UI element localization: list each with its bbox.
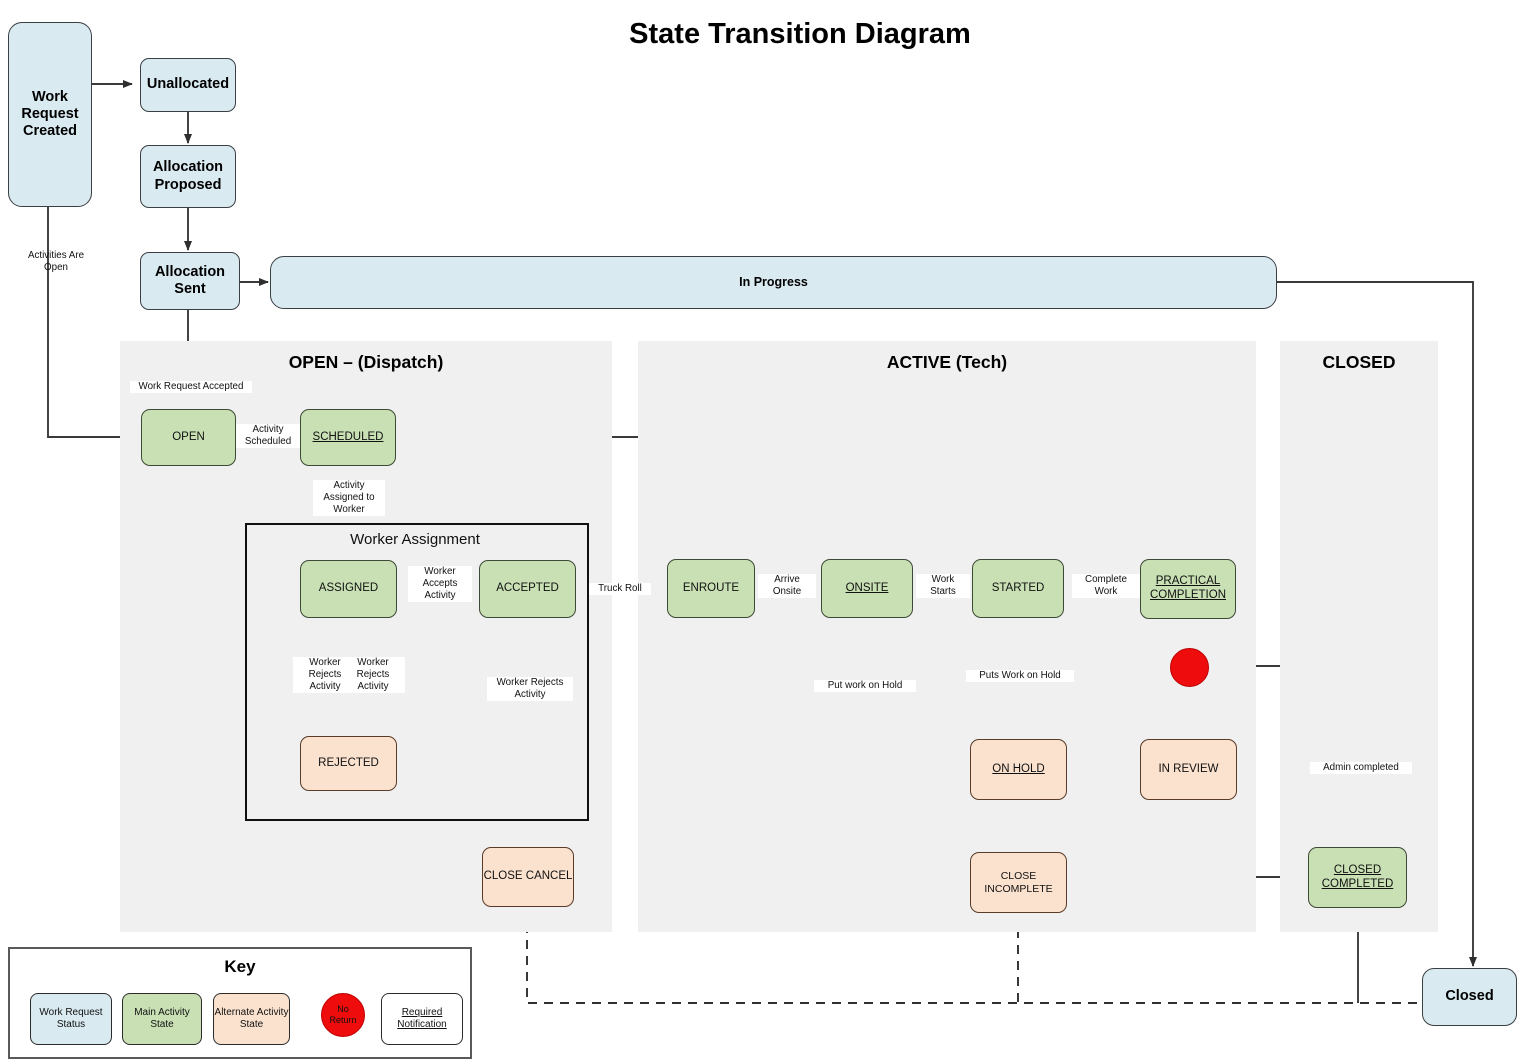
state-close-cancel[interactable]: CLOSE CANCEL xyxy=(482,847,574,907)
key-legend: Key Work Request Status Main Activity St… xyxy=(8,947,472,1059)
page-title: State Transition Diagram xyxy=(629,18,971,50)
state-label: CLOSE CANCEL xyxy=(483,870,573,883)
state-label: Allocation Sent xyxy=(154,263,226,297)
state-enroute[interactable]: ENROUTE xyxy=(667,559,755,618)
state-label: In Progress xyxy=(739,275,808,290)
state-label: Closed xyxy=(1445,988,1494,1005)
state-label: STARTED xyxy=(991,581,1045,594)
lane-closed xyxy=(1280,341,1438,932)
lane-active xyxy=(638,341,1256,932)
state-label: PRACTICAL COMPLETION xyxy=(1149,575,1227,601)
state-allocation-proposed[interactable]: Allocation Proposed xyxy=(140,145,236,208)
state-label: ENROUTE xyxy=(682,581,740,594)
state-scheduled[interactable]: SCHEDULED xyxy=(300,409,396,466)
state-label: SCHEDULED xyxy=(312,430,384,443)
state-in-progress[interactable]: In Progress xyxy=(270,256,1277,309)
state-label: CLOSE INCOMPLETE xyxy=(984,870,1053,895)
edge-label-truck-roll: Truck Roll xyxy=(589,583,651,595)
lane-active-title: ACTIVE (Tech) xyxy=(886,352,1008,372)
edge-label-worker-rejects-activity-3: Worker Rejects Activity xyxy=(487,677,573,701)
edge-label-admin-completed: Admin completed xyxy=(1310,762,1412,774)
state-label: Unallocated xyxy=(146,76,230,93)
state-label: ACCEPTED xyxy=(496,582,559,595)
state-label: IN REVIEW xyxy=(1158,762,1219,775)
key-item-work-request-status: Work Request Status xyxy=(30,993,112,1045)
state-label: CLOSED COMPLETED xyxy=(1321,863,1394,890)
key-item-no-return: No Return xyxy=(321,993,365,1037)
edge-label-work-request-accepted: Work Request Accepted xyxy=(130,381,252,393)
state-assigned[interactable]: ASSIGNED xyxy=(300,560,397,618)
diagram-canvas: State Transition Diagram OPEN – (Dispatc… xyxy=(0,0,1520,1063)
state-onsite[interactable]: ONSITE xyxy=(821,559,913,618)
edge-label-worker-accepts-activity: Worker Accepts Activity xyxy=(408,566,472,602)
edge-label-work-starts: Work Starts xyxy=(916,574,970,598)
edge-label-activities-are-open: Activities Are Open xyxy=(27,250,85,273)
state-open[interactable]: OPEN xyxy=(141,409,236,466)
edge-label-complete-work: Complete Work xyxy=(1072,574,1140,598)
worker-assignment-group-title: Worker Assignment xyxy=(350,531,480,548)
lane-closed-title: CLOSED xyxy=(1322,352,1396,372)
key-item-alternate-activity-state: Alternate Activity State xyxy=(213,993,290,1045)
key-item-required-notification: Required Notification xyxy=(381,993,463,1045)
state-closed-completed[interactable]: CLOSED COMPLETED xyxy=(1308,847,1407,908)
key-item-label: Alternate Activity State xyxy=(214,1007,289,1030)
key-item-label: Required Notification xyxy=(397,1007,447,1030)
state-label: Allocation Proposed xyxy=(152,159,224,193)
key-title: Key xyxy=(224,957,256,976)
state-close-incomplete[interactable]: CLOSE INCOMPLETE xyxy=(970,852,1067,913)
edge-label-arrive-onsite: Arrive Onsite xyxy=(758,574,816,598)
state-label: Work Request Created xyxy=(21,88,79,140)
key-item-main-activity-state: Main Activity State xyxy=(122,993,202,1045)
state-closed[interactable]: Closed xyxy=(1422,968,1517,1026)
state-practical-completion[interactable]: PRACTICAL COMPLETION xyxy=(1140,559,1236,619)
no-return-marker-practical-completion xyxy=(1170,648,1209,687)
state-work-request-created[interactable]: Work Request Created xyxy=(8,22,92,207)
state-on-hold[interactable]: ON HOLD xyxy=(970,739,1067,800)
state-label: ASSIGNED xyxy=(318,582,379,595)
state-label: ONSITE xyxy=(845,581,889,594)
key-item-label: Work Request Status xyxy=(39,1007,103,1030)
edge-label-activity-scheduled: Activity Scheduled xyxy=(236,424,300,448)
edge-label-puts-work-on-hold: Puts Work on Hold xyxy=(966,670,1074,682)
state-label: REJECTED xyxy=(318,756,379,769)
state-in-review[interactable]: IN REVIEW xyxy=(1140,739,1237,800)
edge-label-worker-rejects-activity-2: Worker Rejects Activity xyxy=(341,657,405,693)
state-label: OPEN xyxy=(172,430,205,443)
state-started[interactable]: STARTED xyxy=(972,559,1064,618)
edge-label-put-work-on-hold: Put work on Hold xyxy=(814,680,916,692)
key-item-label: No Return xyxy=(329,1004,357,1025)
state-rejected[interactable]: REJECTED xyxy=(300,736,397,791)
state-label: ON HOLD xyxy=(992,762,1045,775)
state-accepted[interactable]: ACCEPTED xyxy=(479,560,576,618)
lane-open-title: OPEN – (Dispatch) xyxy=(288,352,444,372)
edge-label-activity-assigned-to-worker: Activity Assigned to Worker xyxy=(313,480,385,516)
state-unallocated[interactable]: Unallocated xyxy=(140,58,236,112)
state-allocation-sent[interactable]: Allocation Sent xyxy=(140,252,240,310)
key-item-label: Main Activity State xyxy=(134,1007,190,1030)
